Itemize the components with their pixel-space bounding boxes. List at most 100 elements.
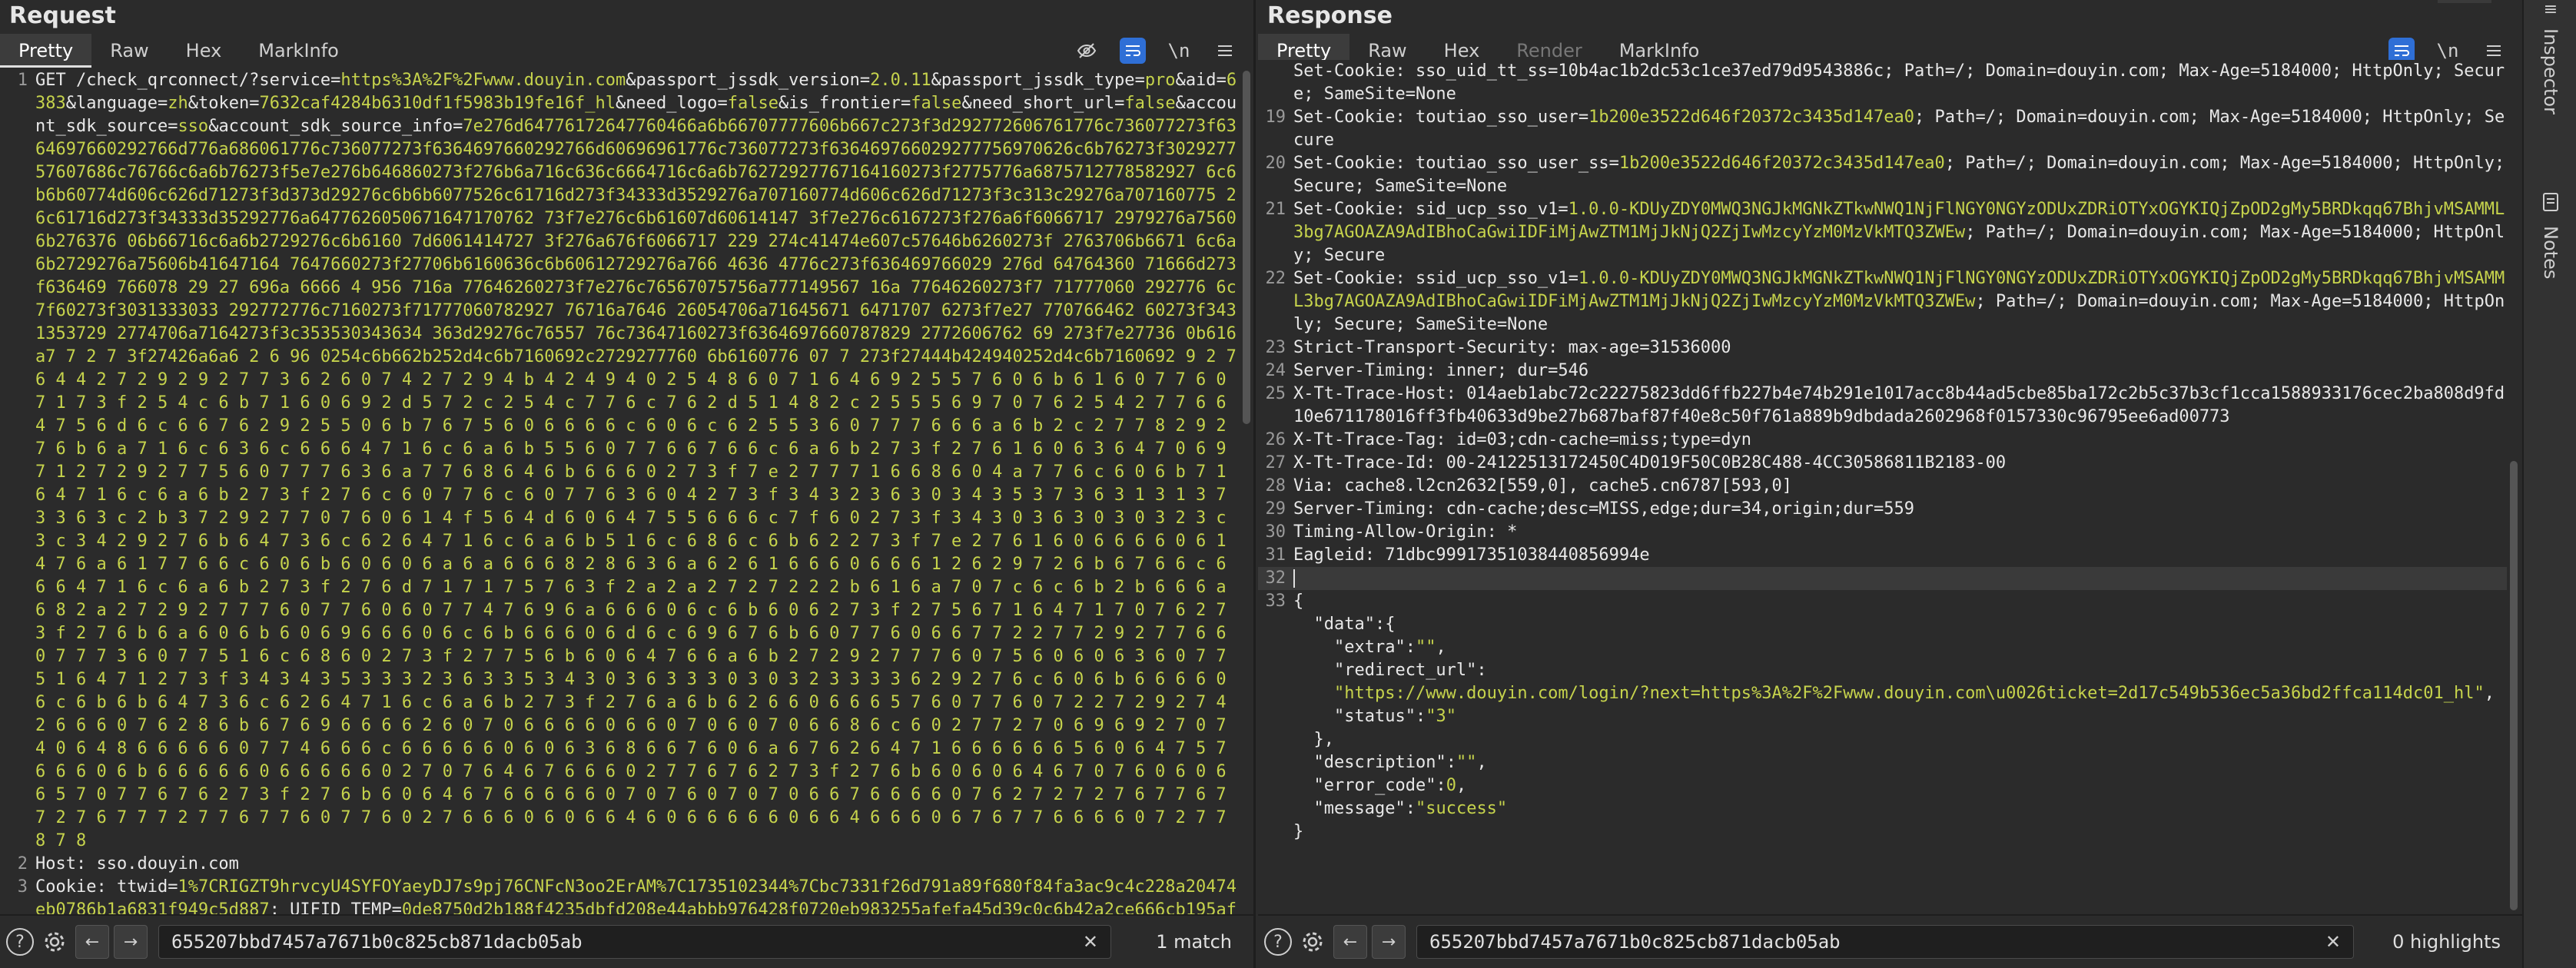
line-number: [1258, 728, 1293, 751]
line-content: X-Tt-Trace-Id: 00-24122513172450C4D019F5…: [1293, 452, 2507, 475]
close-icon[interactable]: ✕: [2325, 931, 2341, 953]
code-segment: &: [778, 94, 789, 113]
code-segment: 7e276d64776172647760466a6b66707777606b66…: [35, 117, 1237, 850]
code-segment: &: [626, 71, 636, 90]
response-editor[interactable]: Set-Cookie: sso_uid_tt_ss=10b4ac1b2dc53c…: [1258, 60, 2507, 914]
code-segment: Via: cache8.l2cn2632[559,0], cache5.cn67…: [1293, 476, 1793, 496]
request-tab-pretty[interactable]: Pretty: [0, 34, 92, 68]
request-search-input[interactable]: 655207bbd7457a7671b0c825cb871dacb05ab ✕: [158, 925, 1111, 959]
request-search-value: 655207bbd7457a7671b0c825cb871dacb05ab: [171, 931, 583, 953]
code-segment: token: [198, 94, 250, 113]
response-search-input[interactable]: 655207bbd7457a7671b0c825cb871dacb05ab ✕: [1416, 925, 2354, 959]
arrow-right-icon[interactable]: →: [1372, 925, 1406, 959]
code-line: "data":{: [1258, 613, 2507, 636]
code-line: "description":"",: [1258, 751, 2507, 774]
code-segment: "": [1415, 638, 1436, 657]
request-scrollbar[interactable]: [1243, 71, 1250, 424]
code-segment: language: [76, 94, 158, 113]
code-segment: "data": [1293, 615, 1375, 634]
line-number: 29: [1265, 499, 1286, 519]
line-content: Via: cache8.l2cn2632[559,0], cache5.cn67…: [1293, 475, 2507, 498]
code-segment: "": [1456, 753, 1477, 772]
help-icon[interactable]: ?: [6, 928, 34, 956]
code-line: 29 Server-Timing: cdn-cache;desc=MISS,edg…: [1258, 498, 2507, 521]
line-number: [1258, 636, 1293, 659]
request-panel: Request Pretty Raw Hex MarkInfo \n 1 GET …: [0, 0, 1256, 968]
code-segment: sso: [178, 117, 209, 136]
line-number: [1258, 751, 1293, 774]
gear-icon[interactable]: [41, 929, 68, 955]
line-content: GET /check_qrconnect/?service=https%3A%2…: [35, 69, 1245, 853]
code-segment: Server-Timing: cdn-cache;desc=MISS,edge;…: [1293, 499, 1914, 519]
code-segment: need_logo: [626, 94, 718, 113]
sidebar-item-notes[interactable]: Notes: [2524, 192, 2576, 279]
code-segment: &: [208, 117, 219, 136]
code-segment: 1b200e3522d646f20372c3435d147ea0: [1618, 154, 1945, 173]
code-segment: is_frontier: [788, 94, 901, 113]
line-number: 28: [1265, 476, 1286, 496]
line-content: }: [1293, 820, 2507, 844]
line-number: 32: [1265, 569, 1286, 588]
close-icon[interactable]: ✕: [1083, 931, 1098, 953]
newline-toggle[interactable]: \n: [1166, 38, 1192, 64]
code-segment: }: [1293, 822, 1304, 841]
eye-off-icon[interactable]: [1074, 38, 1100, 64]
request-tab-markinfo[interactable]: MarkInfo: [240, 34, 357, 68]
code-line: 24 Server-Timing: inner; dur=546: [1258, 360, 2507, 383]
code-segment: false: [911, 94, 962, 113]
code-segment: ,: [1436, 638, 1446, 657]
code-segment: X-Tt-Trace-Id: 00-24122513172450C4D019F5…: [1293, 453, 2007, 472]
code-segment: "extra": [1293, 638, 1406, 657]
code-segment: :: [1415, 707, 1426, 726]
code-segment: Eagleid: 71dbc99917351038440856994e: [1293, 545, 1650, 565]
code-line: }: [1258, 820, 2507, 844]
code-segment: &: [931, 71, 941, 90]
response-scrollbar[interactable]: [2510, 461, 2518, 910]
arrow-left-icon[interactable]: ←: [75, 925, 109, 959]
code-segment: sid_ucp_sso_v1: [1415, 200, 1559, 219]
request-tab-raw[interactable]: Raw: [91, 34, 167, 68]
code-segment: "https://www.douyin.com/login/?next=http…: [1293, 684, 2485, 703]
sidebar-item-inspector[interactable]: ≡ Inspector: [2524, 0, 2576, 114]
line-content: Strict-Transport-Security: max-age=31536…: [1293, 336, 2507, 360]
line-number: 21: [1265, 200, 1286, 219]
menu-icon[interactable]: [1212, 38, 1238, 64]
code-segment: &: [616, 94, 626, 113]
line-number: 22: [1265, 269, 1286, 288]
code-segment: =: [1608, 154, 1619, 173]
gear-icon[interactable]: [1300, 929, 1326, 955]
code-line: 27 X-Tt-Trace-Id: 00-24122513172450C4D019…: [1258, 452, 2507, 475]
request-toolbar: \n: [1074, 37, 1238, 65]
request-editor[interactable]: 1 GET /check_qrconnect/?service=https%3A%…: [0, 69, 1245, 914]
code-segment: Strict-Transport-Security: max-age=31536…: [1293, 338, 1731, 357]
line-content: Cookie: ttwid=1%7CRIGZT9hrvcyU4SYFOYaeyD…: [35, 876, 1245, 914]
code-segment: =: [168, 877, 178, 897]
line-content: [1293, 567, 2507, 590]
code-segment: Set-Cookie:: [1293, 108, 1416, 127]
line-content: Server-Timing: inner; dur=546: [1293, 360, 2507, 383]
code-segment: =: [859, 71, 871, 90]
line-number: [1258, 797, 1293, 820]
line-content: Set-Cookie: toutiao_sso_user=1b200e3522d…: [1293, 106, 2507, 152]
line-number: [1258, 60, 1293, 106]
code-segment: :: [1436, 776, 1446, 795]
code-segment: toutiao_sso_user: [1415, 108, 1578, 127]
code-segment: =: [249, 94, 260, 113]
help-icon[interactable]: ?: [1264, 928, 1292, 956]
wrap-icon[interactable]: [1120, 38, 1146, 64]
code-segment: ssid_ucp_sso_v1: [1415, 269, 1569, 288]
code-line: 25 X-Tt-Trace-Host: 014aeb1abc72c22275823…: [1258, 383, 2507, 429]
arrow-left-icon[interactable]: ←: [1333, 925, 1367, 959]
code-segment: ttwid: [116, 877, 168, 897]
line-content: X-Tt-Trace-Tag: id=03;cdn-cache=miss;typ…: [1293, 429, 2507, 452]
code-segment: ;: [269, 900, 290, 914]
code-segment: ,: [2484, 684, 2495, 703]
code-line: 26 X-Tt-Trace-Tag: id=03;cdn-cache=miss;t…: [1258, 429, 2507, 452]
line-content: "redirect_url":: [1293, 659, 2507, 682]
code-segment: Server-Timing: inner; dur=546: [1293, 361, 1589, 380]
code-segment: GET /check_qrconnect/?: [35, 71, 260, 90]
code-segment: :: [1405, 799, 1416, 818]
request-tab-hex[interactable]: Hex: [168, 34, 241, 68]
arrow-right-icon[interactable]: →: [114, 925, 148, 959]
code-segment: service: [259, 71, 331, 90]
